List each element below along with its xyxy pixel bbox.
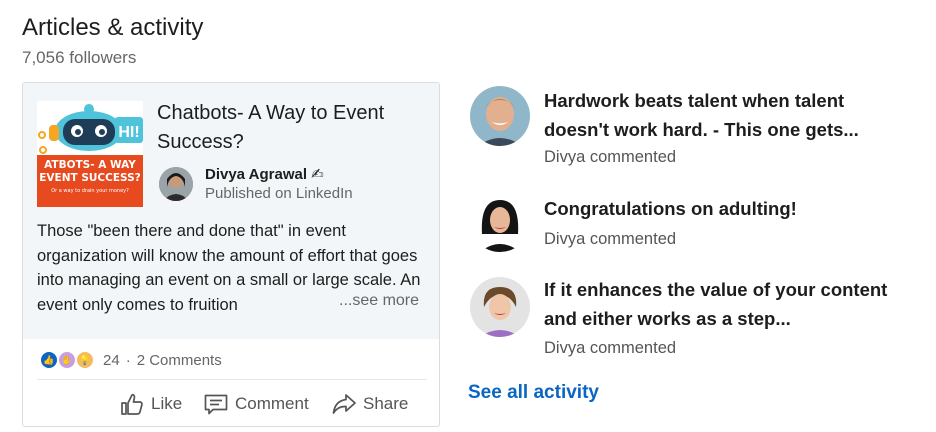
author-avatar[interactable]: [159, 167, 193, 201]
celebrate-reaction-icon: ✋: [59, 352, 75, 368]
activity-title[interactable]: If it enhances the value of your content…: [544, 275, 894, 333]
thumbnail-banner: ATBOTS- A WAY EVENT SUCCESS? Or a way to…: [37, 155, 143, 207]
activity-avatar[interactable]: [470, 86, 530, 146]
like-reaction-icon: 👍: [41, 352, 57, 368]
reactions-count[interactable]: 24: [103, 352, 120, 369]
activity-meta: Divya commented: [544, 230, 677, 248]
banner-line-1: ATBOTS- A WAY: [44, 159, 136, 171]
separator-dot: ·: [125, 351, 131, 369]
article-card[interactable]: HI! ATBOTS- A WAY EVENT SUCCESS? Or a wa…: [22, 82, 440, 427]
followers-count: 7,056 followers: [22, 48, 137, 67]
article-thumbnail[interactable]: HI! ATBOTS- A WAY EVENT SUCCESS? Or a wa…: [37, 101, 143, 207]
actions-divider: [37, 379, 427, 380]
comment-label: Comment: [235, 394, 309, 413]
author-name[interactable]: Divya Agrawal ✍: [205, 165, 324, 183]
activity-title[interactable]: Hardwork beats talent when talent doesn'…: [544, 86, 894, 144]
banner-line-2: EVENT SUCCESS?: [39, 172, 141, 184]
thumbnail-badge: HI!: [118, 124, 139, 141]
thumbs-up-icon: [121, 393, 143, 415]
social-counts[interactable]: 👍 ✋ 💡 24 · 2 Comments: [41, 349, 222, 371]
activity-avatar[interactable]: [470, 277, 530, 337]
comments-count[interactable]: 2 Comments: [137, 352, 222, 369]
banner-subtitle: Or a way to drain your money?: [51, 188, 129, 194]
publish-meta: Published on LinkedIn: [205, 185, 353, 202]
see-more-link[interactable]: ...see more: [339, 292, 419, 310]
share-button[interactable]: Share: [331, 386, 408, 422]
article-preview[interactable]: HI! ATBOTS- A WAY EVENT SUCCESS? Or a wa…: [23, 83, 439, 339]
activity-meta: Divya commented: [544, 148, 677, 166]
social-actions-bar: Like Comment Share: [23, 386, 439, 422]
comment-button[interactable]: Comment: [203, 386, 309, 422]
robot-illustration: HI!: [38, 104, 143, 154]
activity-avatar[interactable]: [470, 192, 530, 252]
comment-icon: [204, 394, 228, 415]
like-button[interactable]: Like: [119, 386, 182, 422]
activity-title[interactable]: Congratulations on adulting!: [544, 194, 894, 223]
section-title: Articles & activity: [22, 14, 204, 41]
see-all-activity-link[interactable]: See all activity: [468, 382, 599, 404]
insightful-reaction-icon: 💡: [77, 352, 93, 368]
share-label: Share: [363, 394, 409, 413]
article-title[interactable]: Chatbots- A Way to Event Success?: [157, 99, 427, 157]
like-label: Like: [151, 394, 183, 413]
share-arrow-icon: [332, 394, 356, 414]
activity-meta: Divya commented: [544, 339, 677, 357]
